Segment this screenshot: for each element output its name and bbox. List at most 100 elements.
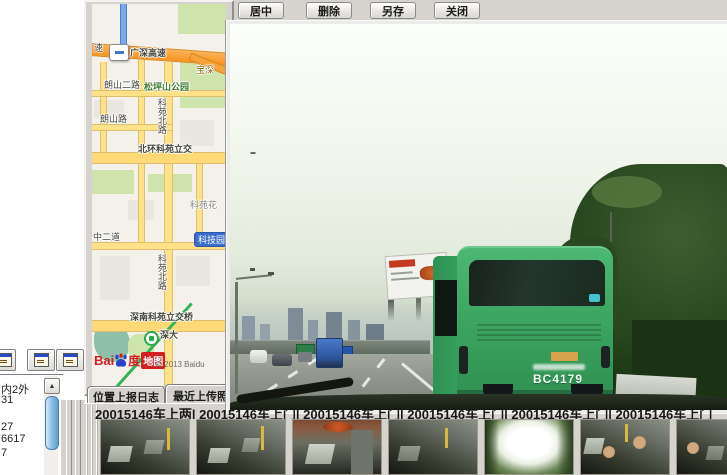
thumb-window [242, 438, 261, 452]
metro-station-icon[interactable] [144, 331, 159, 346]
thumb-strap [261, 426, 264, 450]
small-lamp-pole [610, 212, 612, 242]
bus-engine-vents [477, 324, 601, 342]
map-green-strip [92, 170, 134, 194]
form-report-icon [34, 353, 49, 367]
photo-window: BC4179 [226, 20, 727, 414]
list-item: 6617 [1, 433, 25, 445]
bus-window-sticker [589, 294, 600, 302]
thumb-window [583, 438, 604, 454]
map-park-top [178, 4, 226, 34]
lamp-arm [236, 274, 272, 280]
bus-company-plate [551, 352, 578, 361]
map-label-overpass: 深南科苑立交桥 [130, 313, 193, 323]
map-label: 速 [94, 44, 103, 54]
map-label-shenda: 深大 [160, 331, 178, 341]
thumb-strap [167, 428, 170, 450]
lamp-head [268, 272, 274, 275]
map-label-vertical: 科苑北路 [156, 98, 166, 134]
map-route-endpoint-marker[interactable] [109, 44, 129, 61]
thumbnail-5[interactable] [484, 419, 574, 475]
thumb-strap [445, 428, 448, 448]
scrollbar-up-button[interactable]: ▲ [44, 378, 60, 394]
baidu-paw-icon [114, 353, 128, 368]
car [298, 352, 312, 362]
thumb-window [305, 444, 335, 464]
lamp-pole [235, 282, 238, 394]
map-label: 朗山二路 [104, 81, 140, 91]
map-road [100, 62, 107, 156]
map-block [180, 120, 214, 146]
thumb-trees [485, 420, 499, 474]
scrollbar-thumb[interactable] [45, 396, 59, 450]
billboard-line [391, 271, 413, 275]
vehicle-event-marquee: 20015146车上两| 20015146车上门| 20015146车上门| 2… [95, 404, 727, 419]
thumb-window [706, 446, 725, 460]
lamp-head [250, 268, 255, 271]
trees-highlight [592, 176, 662, 208]
bus: BC4179 [433, 246, 615, 398]
van [250, 350, 267, 363]
thumb-person [687, 442, 699, 454]
metro-glyph [149, 336, 154, 341]
thumbnail-2[interactable] [196, 419, 286, 475]
baidu-map[interactable]: 速 广深高速 宝深 朗山二路 松坪山公园 朗山路 科苑北路 北环科苑立交 科苑花… [92, 4, 226, 386]
map-label: 朗山路 [100, 115, 127, 125]
thumb-light [323, 422, 353, 432]
splitter-ridge [66, 400, 72, 475]
truck [316, 338, 343, 368]
vehicle-monitor-app: 居中 删除 另存 关闭 [0, 0, 727, 475]
thumb-pillar [351, 430, 373, 474]
report-button-1[interactable] [27, 349, 55, 371]
map-block [176, 256, 210, 286]
thumb-window [207, 448, 230, 463]
tech-park-badge: 科技园 [194, 232, 226, 247]
map-block [100, 256, 130, 300]
list-item: 7 [1, 447, 7, 459]
report-button-0[interactable] [0, 349, 16, 371]
center-button[interactable]: 居中 [238, 2, 284, 19]
map-panel: 速 广深高速 宝深 朗山二路 松坪山公园 朗山路 科苑北路 北环科苑立交 科苑花… [84, 0, 234, 396]
map-label: 宝深 [196, 66, 214, 76]
form-report-icon [0, 353, 12, 367]
bus-rear-window [469, 260, 605, 306]
map-label: 科苑花 [190, 201, 217, 211]
bus-company-text-blur [533, 364, 585, 370]
thumb-person [603, 446, 615, 458]
thumb-window [144, 440, 165, 454]
billboard-line [391, 277, 419, 281]
baidu-logo: Bai 度 地图 [94, 350, 165, 370]
bus-side-windows [435, 280, 459, 336]
thumbnail-6[interactable] [580, 419, 670, 475]
close-button[interactable]: 关闭 [434, 2, 480, 19]
dashcam-photo[interactable]: BC4179 [230, 24, 727, 410]
bus-tail-light-left [459, 346, 468, 374]
baidu-logo-du: 度 [128, 352, 140, 369]
minus-glyph [115, 51, 124, 54]
report-button-2[interactable] [56, 349, 84, 371]
form-report-icon [63, 353, 78, 367]
splitter-ridge [75, 400, 81, 475]
bus-tail-light-right [601, 346, 610, 368]
billboard-text-band [389, 259, 415, 268]
baidu-logo-latin: Bai [94, 353, 114, 368]
thumb-trees [557, 420, 573, 474]
thumbnail-4[interactable] [388, 419, 478, 475]
car [272, 354, 292, 366]
thumb-person [633, 436, 646, 449]
delete-button[interactable]: 删除 [306, 2, 352, 19]
thumb-window [397, 446, 420, 461]
map-label-expressway: 广深高速 [130, 49, 166, 59]
list-item: 31 [1, 394, 13, 406]
thumb-strap [625, 424, 628, 442]
thumb-window [107, 446, 132, 462]
splitter[interactable] [60, 400, 85, 475]
map-label-park: 松坪山公园 [144, 83, 189, 93]
map-copyright: © 2013 Baidu [156, 360, 205, 369]
map-label-vertical: 科苑北路 [156, 254, 166, 290]
save-as-button[interactable]: 另存 [370, 2, 416, 19]
thumbnail-3[interactable] [292, 419, 382, 475]
bird [250, 152, 256, 154]
thumbnail-7[interactable] [676, 419, 727, 475]
thumbnail-1[interactable] [100, 419, 190, 475]
